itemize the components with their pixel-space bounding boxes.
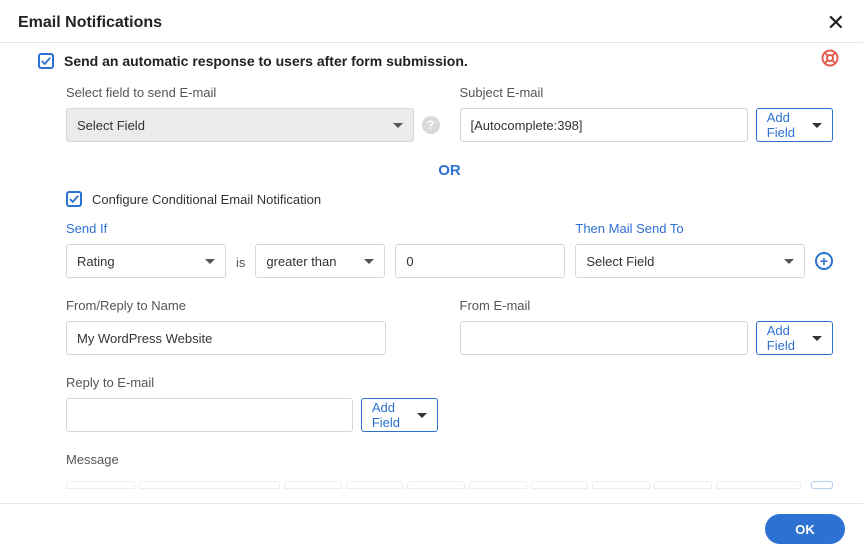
from-name-label: From/Reply to Name	[66, 298, 440, 313]
reply-email-section: Reply to E-mail Add Field	[66, 375, 833, 432]
chevron-down-icon	[417, 413, 427, 418]
add-field-message-button[interactable]	[811, 481, 833, 489]
then-mail-label: Then Mail Send To	[575, 221, 805, 236]
auto-response-row: Send an automatic response to users afte…	[38, 53, 833, 69]
dialog-header: Email Notifications ✕	[0, 0, 863, 43]
send-if-label: Send If	[66, 221, 226, 236]
chevron-down-icon	[393, 123, 403, 128]
message-section: Message	[66, 452, 833, 489]
from-email-input[interactable]	[460, 321, 748, 355]
is-label: is	[236, 255, 245, 278]
auto-response-label: Send an automatic response to users afte…	[64, 53, 468, 69]
from-row: From/Reply to Name My WordPress Website …	[66, 298, 833, 355]
select-field-value: Select Field	[77, 118, 145, 133]
reply-email-input[interactable]	[66, 398, 353, 432]
conditional-checkbox[interactable]	[66, 191, 82, 207]
email-notifications-dialog: Email Notifications ✕ Send an automatic …	[0, 0, 863, 554]
dialog-title: Email Notifications	[18, 14, 162, 32]
help-lifebuoy-icon[interactable]	[821, 49, 839, 67]
auto-response-checkbox[interactable]	[38, 53, 54, 69]
condition-builder-row: Send If Rating is greater than 0	[66, 221, 833, 278]
select-field-dropdown[interactable]: Select Field	[66, 108, 414, 142]
subject-input-value: [Autocomplete:398]	[471, 118, 583, 133]
message-label: Message	[66, 452, 833, 467]
add-condition-button[interactable]: +	[815, 252, 833, 270]
add-field-reply-email-button[interactable]: Add Field	[361, 398, 438, 432]
from-name-input[interactable]: My WordPress Website	[66, 321, 386, 355]
chevron-down-icon	[784, 259, 794, 264]
conditional-label: Configure Conditional Email Notification	[92, 192, 321, 207]
message-toolbar[interactable]	[66, 481, 801, 489]
add-field-subject-button[interactable]: Add Field	[756, 108, 833, 142]
or-divider: OR	[66, 162, 833, 179]
close-icon[interactable]: ✕	[827, 12, 845, 34]
send-if-operator-dropdown[interactable]: greater than	[255, 244, 385, 278]
conditional-row: Configure Conditional Email Notification	[66, 191, 833, 207]
chevron-down-icon	[364, 259, 374, 264]
then-mail-dropdown[interactable]: Select Field	[575, 244, 805, 278]
dialog-footer: OK	[0, 503, 863, 554]
help-icon[interactable]: ?	[422, 116, 440, 134]
add-field-from-email-button[interactable]: Add Field	[756, 321, 833, 355]
chevron-down-icon	[812, 336, 822, 341]
subject-label: Subject E-mail	[460, 85, 834, 100]
send-if-value-input[interactable]: 0	[395, 244, 565, 278]
select-field-label: Select field to send E-mail	[66, 85, 440, 100]
ok-button[interactable]: OK	[765, 514, 845, 544]
reply-email-label: Reply to E-mail	[66, 375, 833, 390]
chevron-down-icon	[205, 259, 215, 264]
from-email-label: From E-mail	[460, 298, 834, 313]
top-fields-row: Select field to send E-mail Select Field…	[66, 85, 833, 142]
chevron-down-icon	[812, 123, 822, 128]
dialog-content: Send an automatic response to users afte…	[0, 43, 863, 503]
subject-input[interactable]: [Autocomplete:398]	[460, 108, 748, 142]
send-if-field-dropdown[interactable]: Rating	[66, 244, 226, 278]
